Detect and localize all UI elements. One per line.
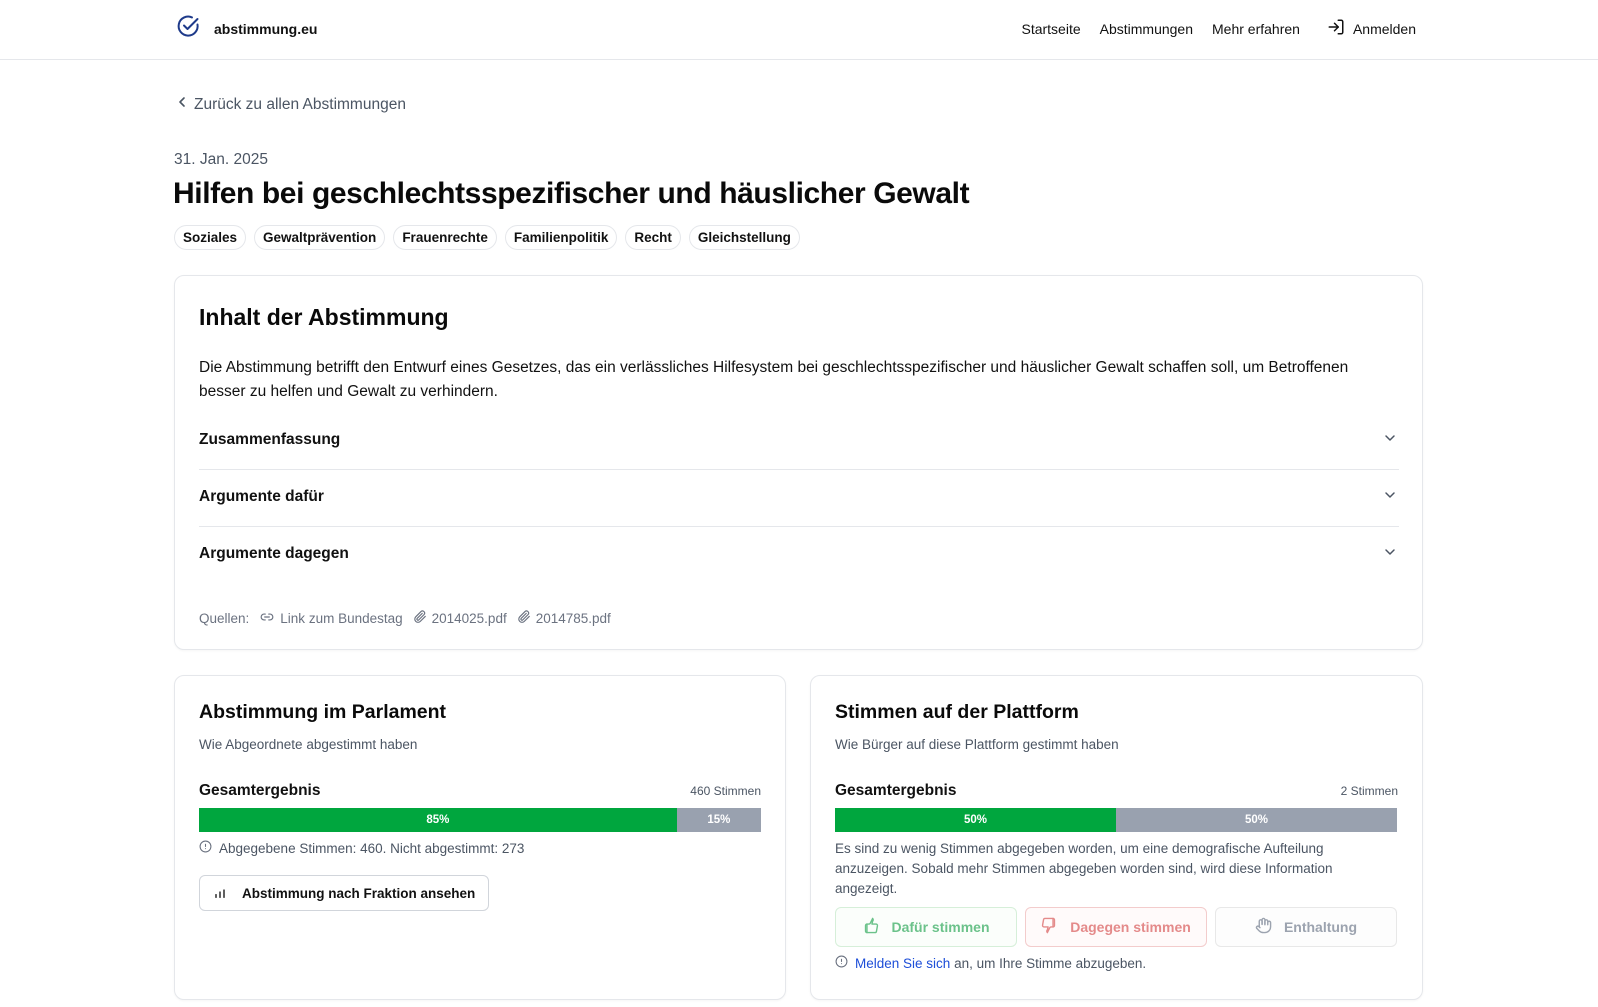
votes-count: 2 Stimmen: [1340, 784, 1398, 798]
chevron-down-icon: [1383, 488, 1397, 507]
link-icon: [259, 610, 275, 627]
result-bar-yes: 50%: [835, 808, 1116, 832]
chevron-down-icon: [1383, 545, 1397, 564]
platform-card-subtitle: Wie Bürger auf diese Plattform gestimmt …: [835, 737, 1119, 752]
thumbs-down-icon: [1041, 917, 1058, 937]
vote-no-button[interactable]: Dagegen stimmen: [1025, 907, 1207, 947]
brand-name: abstimmung.eu: [214, 20, 318, 37]
chevron-down-icon: [1383, 431, 1397, 450]
nav-abstimmungen[interactable]: Abstimmungen: [1100, 21, 1193, 37]
parliament-card: Abstimmung im Parlament Wie Abgeordnete …: [174, 675, 786, 1000]
accordion-argumente-dafuer[interactable]: Argumente dafür: [199, 470, 1399, 527]
page-title: Hilfen bei geschlechtsspezifischer und h…: [173, 177, 970, 210]
paperclip-icon: [413, 610, 427, 627]
nav-mehr-erfahren[interactable]: Mehr erfahren: [1212, 21, 1300, 37]
result-label: Gesamtergebnis: [835, 782, 957, 799]
vote-yes-label: Dafür stimmen: [891, 919, 990, 935]
check-circle-icon: [176, 14, 200, 43]
login-hint-text: an, um Ihre Stimme abzugeben.: [950, 955, 1147, 971]
accordion-label: Argumente dagegen: [199, 545, 349, 562]
parliament-card-title: Abstimmung im Parlament: [199, 701, 447, 723]
result-bar: 85% 15%: [199, 808, 761, 832]
tag-list: Soziales Gewaltprävention Frauenrechte F…: [174, 225, 800, 250]
tag: Familienpolitik: [504, 225, 618, 250]
result-bar-no: 50%: [1116, 808, 1397, 832]
back-link-label: Zurück zu allen Abstimmungen: [194, 95, 406, 113]
vote-yes-button[interactable]: Dafür stimmen: [835, 907, 1017, 947]
info-icon: [835, 955, 848, 971]
vote-abstain-button[interactable]: Enthaltung: [1215, 907, 1397, 947]
sources: Quellen: Link zum Bundestag 2014025.pdf: [199, 610, 611, 627]
result-bar: 50% 50%: [835, 808, 1397, 832]
source-file-1[interactable]: 2014025.pdf: [413, 610, 507, 627]
accordion-label: Zusammenfassung: [199, 431, 341, 448]
accordion-argumente-dagegen[interactable]: Argumente dagegen: [199, 527, 1399, 584]
tag: Gewaltprävention: [254, 225, 386, 250]
result-label: Gesamtergebnis: [199, 782, 321, 799]
tag: Recht: [625, 225, 681, 250]
thumbs-up-icon: [862, 917, 879, 937]
vote-info-text: Abgegebene Stimmen: 460. Nicht abgestimm…: [219, 840, 525, 856]
vote-buttons: Dafür stimmen Dagegen stimmen Enthaltung: [835, 907, 1397, 947]
login-button[interactable]: Anmelden: [1327, 18, 1416, 39]
paperclip-icon: [517, 610, 531, 627]
bar-chart-icon: [212, 884, 228, 903]
platform-card-title: Stimmen auf der Plattform: [835, 701, 1079, 723]
accordion-label: Argumente dafür: [199, 488, 324, 505]
brand-logo-link[interactable]: abstimmung.eu: [176, 14, 317, 43]
view-by-fraction-label: Abstimmung nach Fraktion ansehen: [242, 885, 476, 901]
source-file-2[interactable]: 2014785.pdf: [517, 610, 611, 627]
info-icon: [199, 840, 212, 856]
vote-info: Abgegebene Stimmen: 460. Nicht abgestimm…: [199, 840, 524, 856]
main-nav: Startseite Abstimmungen Mehr erfahren An…: [1021, 18, 1416, 39]
source-label: 2014025.pdf: [431, 611, 507, 626]
source-label: Link zum Bundestag: [280, 611, 403, 626]
nav-startseite[interactable]: Startseite: [1021, 21, 1080, 37]
login-hint: Melden Sie sich an, um Ihre Stimme abzug…: [835, 955, 1146, 971]
votes-count: 460 Stimmen: [690, 784, 761, 798]
login-link[interactable]: Melden Sie sich: [855, 956, 950, 971]
result-bar-yes: 85%: [199, 808, 677, 832]
source-label: 2014785.pdf: [535, 611, 611, 626]
top-navigation-bar: abstimmung.eu Startseite Abstimmungen Me…: [0, 0, 1598, 60]
chevron-left-icon: [176, 95, 188, 114]
tag: Gleichstellung: [688, 225, 800, 250]
view-by-fraction-button[interactable]: Abstimmung nach Fraktion ansehen: [199, 875, 490, 911]
content-card: Inhalt der Abstimmung Die Abstimmung bet…: [174, 275, 1423, 650]
demographics-note: Es sind zu wenig Stimmen abgegeben worde…: [835, 841, 1333, 896]
content-description: Die Abstimmung betrifft den Entwurf eine…: [199, 359, 1349, 400]
hand-icon: [1255, 917, 1272, 937]
vote-date: 31. Jan. 2025: [174, 151, 268, 168]
parliament-card-subtitle: Wie Abgeordnete abgestimmt haben: [199, 737, 418, 752]
accordion-zusammenfassung[interactable]: Zusammenfassung: [199, 413, 1399, 470]
content-card-title: Inhalt der Abstimmung: [199, 304, 449, 330]
vote-abstain-label: Enthaltung: [1283, 919, 1358, 935]
login-icon: [1327, 18, 1345, 39]
sources-label: Quellen:: [199, 611, 250, 626]
back-link[interactable]: Zurück zu allen Abstimmungen: [176, 95, 406, 114]
tag: Soziales: [174, 225, 247, 250]
result-bar-no: 15%: [676, 808, 761, 832]
platform-card: Stimmen auf der Plattform Wie Bürger auf…: [810, 675, 1423, 1000]
vote-no-label: Dagegen stimmen: [1070, 919, 1191, 935]
source-link-bundestag[interactable]: Link zum Bundestag: [259, 610, 403, 627]
tag: Frauenrechte: [393, 225, 497, 250]
login-label: Anmelden: [1352, 20, 1416, 37]
